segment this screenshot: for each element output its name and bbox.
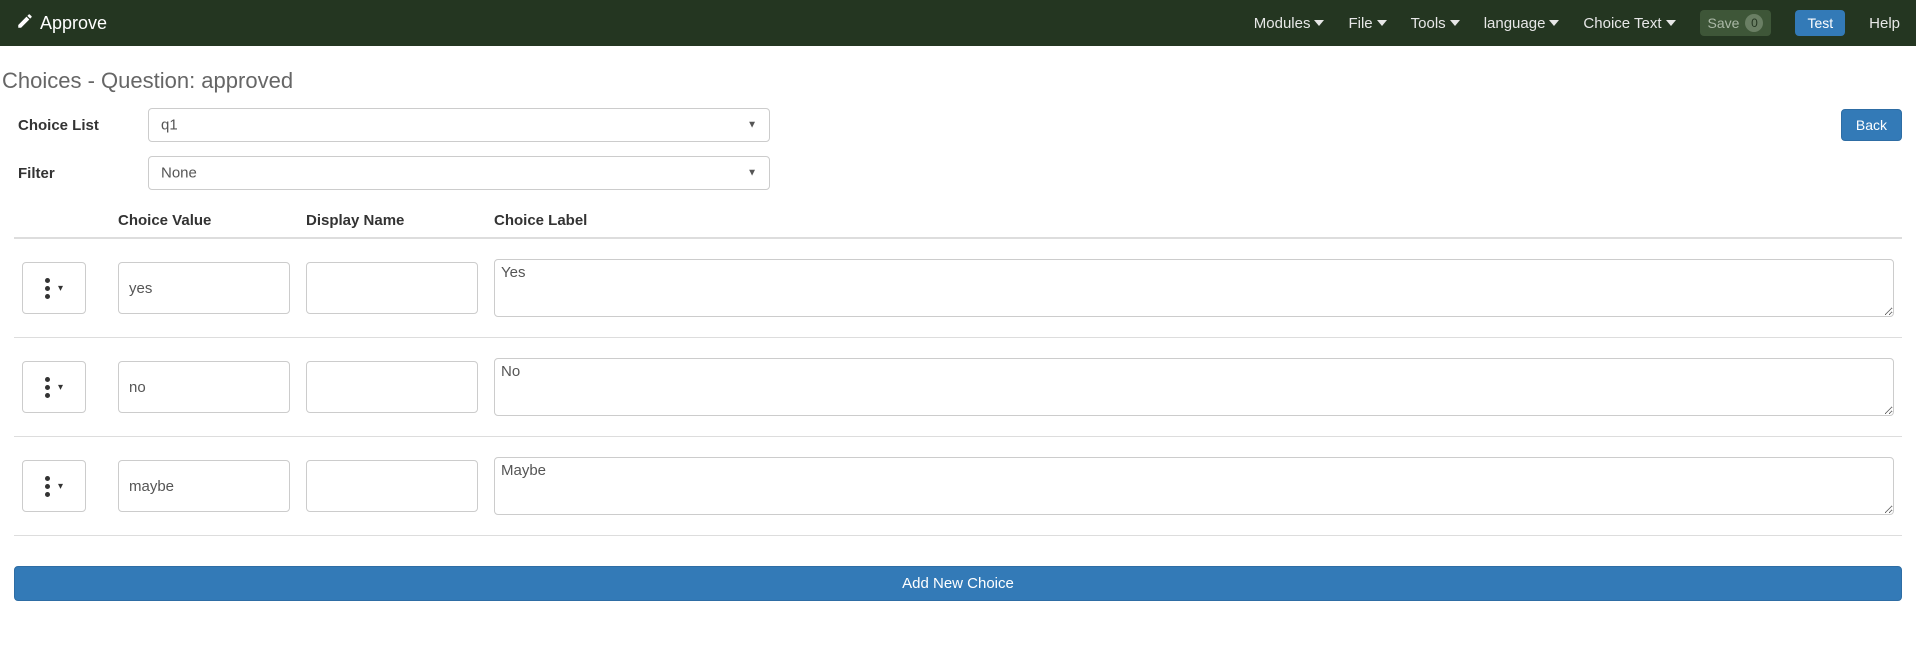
help-link-label: Help [1869, 15, 1900, 32]
kebab-menu-icon [45, 377, 50, 398]
chevron-down-icon: ▼ [747, 120, 757, 131]
back-button-label: Back [1856, 117, 1887, 133]
test-button-label: Test [1807, 15, 1833, 31]
row-actions-button[interactable]: ▾ [22, 262, 86, 314]
choice-value-input[interactable] [118, 361, 290, 413]
edit-icon [16, 12, 34, 35]
chevron-down-icon [1549, 18, 1559, 28]
chevron-down-icon: ▾ [58, 283, 63, 294]
navbar-brand[interactable]: Approve [16, 12, 107, 35]
kebab-menu-icon [45, 278, 50, 299]
filter-value: None [161, 165, 197, 182]
row-actions-button[interactable]: ▾ [22, 361, 86, 413]
add-new-choice-button[interactable]: Add New Choice [14, 566, 1902, 601]
display-name-input[interactable] [306, 262, 478, 314]
choice-list-label: Choice List [0, 117, 148, 134]
row-filter: Filter None ▼ [0, 156, 1916, 190]
menu-modules-label: Modules [1254, 15, 1311, 32]
filter-select[interactable]: None ▼ [148, 156, 770, 190]
table-row: ▾ [14, 437, 1902, 536]
help-link[interactable]: Help [1869, 15, 1900, 32]
menu-choice-text[interactable]: Choice Text [1583, 15, 1675, 32]
choice-list-value: q1 [161, 117, 178, 134]
kebab-menu-icon [45, 476, 50, 497]
menu-file-label: File [1348, 15, 1372, 32]
add-new-choice-label: Add New Choice [902, 575, 1014, 592]
th-choice-value: Choice Value [110, 204, 298, 237]
table-row: ▾ [14, 338, 1902, 437]
th-choice-label: Choice Label [486, 204, 1902, 237]
menu-tools-label: Tools [1411, 15, 1446, 32]
chevron-down-icon [1450, 18, 1460, 28]
filter-label: Filter [0, 165, 148, 182]
table-row: ▾ [14, 239, 1902, 338]
menu-tools[interactable]: Tools [1411, 15, 1460, 32]
menu-language[interactable]: language [1484, 15, 1560, 32]
save-button[interactable]: Save 0 [1700, 10, 1772, 36]
back-button[interactable]: Back [1841, 109, 1902, 141]
brand-text: Approve [40, 13, 107, 34]
chevron-down-icon: ▾ [58, 382, 63, 393]
navbar: Approve Modules File Tools language Choi… [0, 0, 1916, 46]
menu-language-label: language [1484, 15, 1546, 32]
menu-choice-text-label: Choice Text [1583, 15, 1661, 32]
chevron-down-icon: ▾ [58, 481, 63, 492]
save-count-badge: 0 [1745, 14, 1763, 32]
choice-label-input[interactable] [494, 358, 1894, 416]
row-actions-button[interactable]: ▾ [22, 460, 86, 512]
navbar-right: Modules File Tools language Choice Text … [1254, 10, 1900, 36]
menu-file[interactable]: File [1348, 15, 1386, 32]
th-display-name: Display Name [298, 204, 486, 237]
page-body: Choices - Question: approved Choice List… [0, 46, 1916, 621]
choice-value-input[interactable] [118, 262, 290, 314]
choice-value-input[interactable] [118, 460, 290, 512]
page-title: Choices - Question: approved [2, 68, 1916, 94]
display-name-input[interactable] [306, 460, 478, 512]
choices-table: Choice Value Display Name Choice Label ▾ [14, 204, 1902, 536]
choice-label-input[interactable] [494, 259, 1894, 317]
table-header: Choice Value Display Name Choice Label [14, 204, 1902, 239]
chevron-down-icon [1666, 18, 1676, 28]
display-name-input[interactable] [306, 361, 478, 413]
row-choice-list: Choice List q1 ▼ Back [0, 108, 1916, 142]
choice-label-input[interactable] [494, 457, 1894, 515]
menu-modules[interactable]: Modules [1254, 15, 1325, 32]
chevron-down-icon [1377, 18, 1387, 28]
choice-list-select[interactable]: q1 ▼ [148, 108, 770, 142]
save-button-label: Save [1708, 15, 1740, 31]
test-button[interactable]: Test [1795, 10, 1845, 36]
chevron-down-icon [1314, 18, 1324, 28]
chevron-down-icon: ▼ [747, 168, 757, 179]
